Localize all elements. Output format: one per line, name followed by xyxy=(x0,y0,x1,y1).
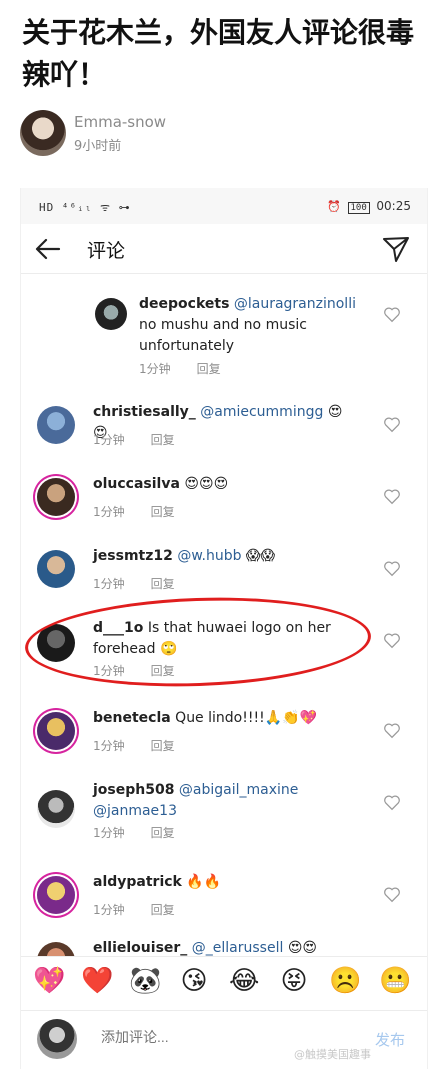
watermark: @触摸美国趣事 xyxy=(294,1048,371,1061)
alarm-icon: ⏰ xyxy=(327,200,341,213)
avatar[interactable] xyxy=(37,712,75,750)
comment-text: oluccasilva 😍😍😍 xyxy=(93,474,343,495)
post-button[interactable]: 发布 xyxy=(375,1029,405,1050)
battery-level: 100 xyxy=(350,203,367,213)
comment-meta: 1分钟 回复 xyxy=(93,824,201,841)
status-bar: HD ⁴⁶ᵢₗ ᯤ ⊶ ⏰ 100 00:25 xyxy=(21,188,427,224)
reply-button[interactable]: 回复 xyxy=(151,739,175,753)
author-avatar[interactable] xyxy=(20,110,66,156)
status-right: ⏰ 100 00:25 xyxy=(327,199,411,214)
screen-title: 评论 xyxy=(87,240,126,262)
comment-text: jessmtz12 @w.hubb 😱😱 xyxy=(93,546,343,567)
comment-username[interactable]: aldypatrick xyxy=(93,874,182,890)
avatar[interactable] xyxy=(95,298,127,330)
comment-meta: 1分钟 回复 xyxy=(93,503,201,520)
grimacing-emoji[interactable]: 😬 xyxy=(379,966,411,996)
avatar[interactable] xyxy=(37,790,75,828)
like-heart-icon[interactable] xyxy=(383,632,401,650)
reply-button[interactable]: 回复 xyxy=(151,505,175,519)
comment-mention[interactable]: @lauragranzinolli xyxy=(234,296,356,312)
comment-username[interactable]: ellielouiser_ xyxy=(93,940,187,956)
comment-username[interactable]: christiesally_ xyxy=(93,404,196,420)
comment-text: deepockets @lauragranzinolli no mushu an… xyxy=(139,294,369,357)
tongue-out-emoji[interactable]: 😝 xyxy=(279,966,309,996)
red-heart-emoji[interactable]: ❤️ xyxy=(81,966,113,996)
comment-time: 1分钟 xyxy=(93,577,125,591)
comment-emoji: 😱😱 xyxy=(245,548,276,564)
comment-username[interactable]: joseph508 xyxy=(93,782,174,798)
comment-body: no mushu and no music unfortunately xyxy=(139,317,307,354)
comment-text: aldypatrick 🔥🔥 xyxy=(93,872,343,893)
panda-emoji[interactable]: 🐼 xyxy=(129,966,161,996)
comment-item: ellielouiser_ @_ellarussell 😍😍 xyxy=(21,936,427,956)
reply-button[interactable]: 回复 xyxy=(151,577,175,591)
like-heart-icon[interactable] xyxy=(383,722,401,740)
comment-meta: 1分钟 回复 xyxy=(93,431,201,448)
comment-meta: 1分钟 回复 xyxy=(139,360,247,377)
like-heart-icon[interactable] xyxy=(383,560,401,578)
post-time: 9小时前 xyxy=(74,139,122,154)
comment-time: 1分钟 xyxy=(93,826,125,840)
comment-username[interactable]: jessmtz12 xyxy=(93,548,173,564)
comment-time: 1分钟 xyxy=(93,433,125,447)
comment-emoji: 😍😍😍 xyxy=(184,476,229,492)
reply-button[interactable]: 回复 xyxy=(151,826,175,840)
comment-meta: 1分钟 回复 xyxy=(93,575,201,592)
kiss-emoji[interactable]: 😘 xyxy=(179,966,209,996)
avatar[interactable] xyxy=(37,406,75,444)
laughing-emoji[interactable]: 😂 xyxy=(229,966,259,996)
reply-button[interactable]: 回复 xyxy=(197,362,221,376)
embedded-screenshot: HD ⁴⁶ᵢₗ ᯤ ⊶ ⏰ 100 00:25 评论 deepockets @l… xyxy=(20,188,428,1069)
comment-mention[interactable]: @_ellarussell xyxy=(192,940,284,956)
comment-text: ellielouiser_ @_ellarussell 😍😍 xyxy=(93,938,343,956)
comment-emoji: 😍😍 xyxy=(287,940,318,956)
avatar[interactable] xyxy=(37,550,75,588)
comment-mention[interactable]: @amiecummingg xyxy=(200,404,323,420)
frowning-emoji[interactable]: ☹️ xyxy=(329,966,361,996)
like-heart-icon[interactable] xyxy=(383,306,401,324)
avatar[interactable] xyxy=(37,876,75,914)
comment-username[interactable]: oluccasilva xyxy=(93,476,180,492)
emoji-quick-bar: 💖 ❤️ 🐼 😘 😂 😝 ☹️ 😬 xyxy=(21,956,427,1006)
red-highlight-circle xyxy=(23,591,373,693)
comment-mention[interactable]: @w.hubb xyxy=(177,548,241,564)
like-heart-icon[interactable] xyxy=(383,794,401,812)
comment-username[interactable]: deepockets xyxy=(139,296,229,312)
like-heart-icon[interactable] xyxy=(383,488,401,506)
reply-button[interactable]: 回复 xyxy=(151,903,175,917)
like-heart-icon[interactable] xyxy=(383,886,401,904)
comment-meta: 1分钟 回复 xyxy=(93,901,201,918)
author-name[interactable]: Emma-snow xyxy=(74,113,166,131)
comment-time: 1分钟 xyxy=(93,505,125,519)
comment-meta: 1分钟 回复 xyxy=(93,737,201,754)
comment-input[interactable] xyxy=(101,1029,301,1045)
current-user-avatar xyxy=(37,1019,77,1059)
like-heart-icon[interactable] xyxy=(383,416,401,434)
comment-time: 1分钟 xyxy=(139,362,171,376)
comment-emoji: 🙏👏💖 xyxy=(264,710,317,726)
comment-time: 1分钟 xyxy=(93,903,125,917)
reply-button[interactable]: 回复 xyxy=(151,433,175,447)
status-time: 00:25 xyxy=(376,199,411,213)
avatar[interactable] xyxy=(37,478,75,516)
avatar[interactable] xyxy=(37,942,75,956)
comment-emoji: 🔥🔥 xyxy=(186,874,222,890)
comment-text: joseph508 @abigail_maxine @janmae13 xyxy=(93,780,333,822)
signal-indicators: HD ⁴⁶ᵢₗ ᯤ ⊶ xyxy=(39,201,131,214)
comment-body: Que lindo!!!! xyxy=(170,710,265,726)
comment-text: benetecla Que lindo!!!!🙏👏💖 xyxy=(93,708,343,729)
comment-username[interactable]: benetecla xyxy=(93,710,171,726)
article-title: 关于花木兰，外国友人评论很毒辣吖！ xyxy=(22,16,415,91)
battery-icon: 100 xyxy=(347,202,370,214)
arrow-left-icon[interactable] xyxy=(33,234,63,264)
sparkling-heart-emoji[interactable]: 💖 xyxy=(33,966,65,996)
comments-header: 评论 xyxy=(21,224,427,274)
paper-plane-icon[interactable] xyxy=(381,234,411,264)
comment-time: 1分钟 xyxy=(93,739,125,753)
